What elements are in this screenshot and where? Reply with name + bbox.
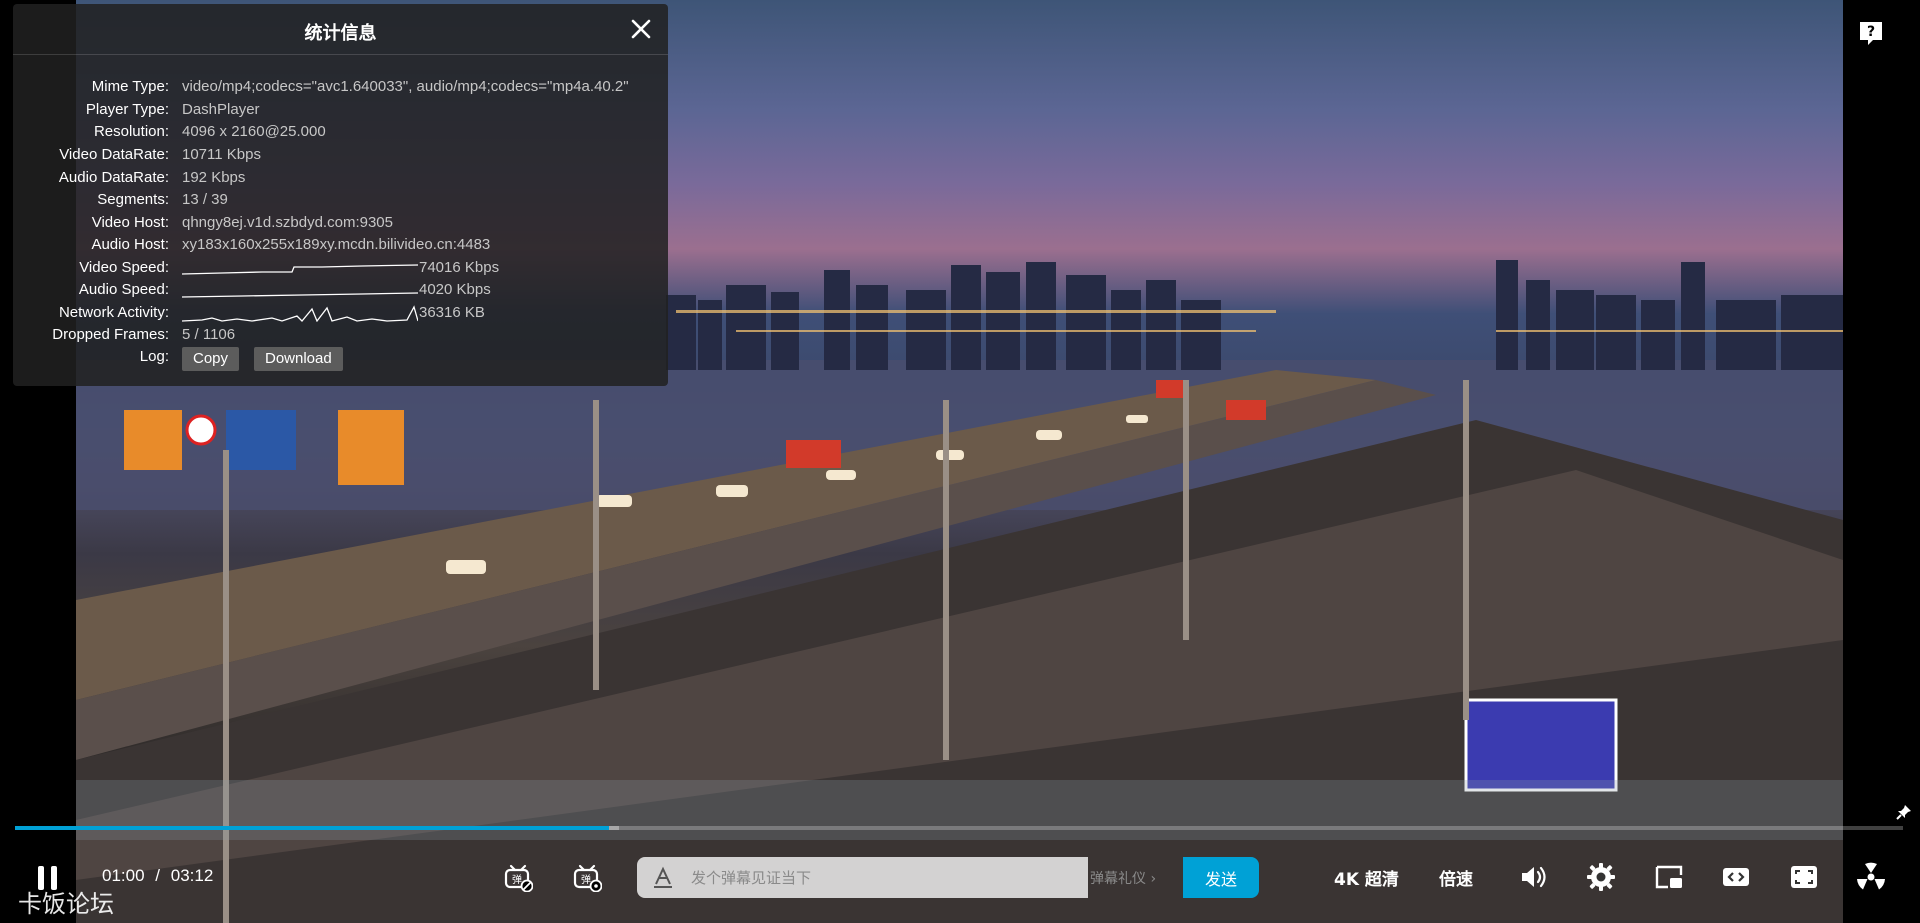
danmaku-style-icon[interactable] [652, 866, 674, 888]
stats-key: Video Host: [91, 214, 169, 231]
svg-text:弹: 弹 [581, 873, 591, 886]
stats-key: Log: [139, 348, 169, 365]
pin-icon[interactable] [1895, 803, 1913, 821]
stats-row-audio-host: Audio Host: xy183x160x255x189xy.mcdn.bil… [13, 234, 653, 256]
stats-value: 5 / 1106 [182, 326, 236, 343]
stats-value: DashPlayer [182, 101, 260, 118]
stats-panel-title: 统计信息 [304, 23, 377, 44]
danmaku-input[interactable] [689, 865, 1023, 891]
danmaku-settings-icon[interactable]: 弹 [572, 864, 602, 892]
stats-row-player-type: Player Type: DashPlayer [13, 99, 653, 121]
widescreen-icon[interactable] [1721, 862, 1751, 892]
stats-panel: 统计信息 Mime Type: video/mp4;codecs="avc1.6… [13, 4, 668, 386]
stats-panel-header: 统计信息 [13, 4, 668, 55]
stats-key: Player Type: [85, 101, 169, 118]
stats-value: 10711 Kbps [182, 146, 261, 163]
help-icon[interactable]: ? [1857, 19, 1885, 47]
current-time: 01:00 [102, 866, 145, 885]
video-player[interactable]: 统计信息 Mime Type: video/mp4;codecs="avc1.6… [0, 0, 1920, 923]
svg-text:弹: 弹 [512, 873, 522, 886]
danmaku-etiquette-link[interactable]: 弹幕礼仪 › [1090, 868, 1156, 888]
stats-value: video/mp4;codecs="avc1.640033", audio/mp… [182, 78, 629, 95]
stats-row-segments: Segments: 13 / 39 [13, 189, 653, 211]
stats-value: 4096 x 2160@25.000 [182, 123, 326, 140]
stats-value: 74016 Kbps [419, 259, 500, 276]
video-speed-graph [182, 264, 418, 275]
stats-key: Segments: [97, 191, 169, 208]
settings-icon[interactable] [1586, 862, 1616, 892]
extra-icon[interactable] [1856, 862, 1886, 892]
download-log-button[interactable]: Download [254, 347, 343, 371]
network-activity-graph [182, 305, 418, 322]
stats-row-video-datarate: Video DataRate: 10711 Kbps [13, 144, 653, 166]
stats-row-audio-datarate: Audio DataRate: 192 Kbps [13, 167, 653, 189]
danmaku-input-box: 弹幕礼仪 › [637, 857, 1156, 898]
stats-row-resolution: Resolution: 4096 x 2160@25.000 [13, 121, 653, 143]
stats-value: 13 / 39 [182, 191, 228, 208]
progress-played [15, 826, 609, 830]
pip-icon[interactable] [1654, 862, 1684, 892]
time-display: 01:00 / 03:12 [102, 866, 213, 886]
time-separator: / [155, 866, 161, 885]
speed-button[interactable]: 倍速 [1439, 865, 1473, 890]
stats-key: Video DataRate: [59, 146, 169, 163]
send-danmaku-button[interactable]: 发送 [1183, 857, 1259, 898]
stats-key: Resolution: [93, 123, 169, 140]
stats-key: Audio Host: [91, 236, 169, 253]
audio-speed-graph [182, 292, 418, 298]
stats-row-video-host: Video Host: qhngy8ej.v1d.szbdyd.com:9305 [13, 212, 653, 234]
copy-log-button[interactable]: Copy [182, 347, 240, 371]
svg-text:?: ? [1867, 24, 1875, 40]
stats-value: 4020 Kbps [419, 281, 491, 298]
fullscreen-icon[interactable] [1789, 862, 1819, 892]
danmaku-toggle-icon[interactable]: 弹 [503, 864, 533, 892]
stats-key: Dropped Frames: [52, 326, 169, 343]
stats-key: Audio Speed: [78, 281, 169, 298]
stats-key: Mime Type: [91, 78, 169, 95]
volume-icon[interactable] [1518, 862, 1548, 892]
watermark: 卡饭论坛 [18, 890, 114, 918]
stats-row-audio-speed: Audio Speed: 4020 Kbps [13, 279, 653, 301]
stats-row-dropped-frames: Dropped Frames: 5 / 1106 [13, 324, 653, 346]
stats-value: 36316 KB [419, 304, 485, 321]
stats-key: Network Activity: [58, 304, 169, 321]
close-icon[interactable] [628, 16, 654, 42]
stats-row-log: Log: Copy Download [13, 346, 653, 372]
duration: 03:12 [170, 866, 214, 885]
stats-row-mime-type: Mime Type: video/mp4;codecs="avc1.640033… [13, 76, 653, 98]
stats-key: Video Speed: [79, 259, 169, 276]
stats-row-video-speed: Video Speed: 74016 Kbps [13, 257, 653, 279]
stats-key: Audio DataRate: [58, 169, 169, 186]
progress-bar[interactable] [15, 826, 1903, 830]
stats-value: qhngy8ej.v1d.szbdyd.com:9305 [182, 214, 393, 231]
stats-value: 192 Kbps [182, 169, 246, 186]
stats-value: xy183x160x255x189xy.mcdn.bilivideo.cn:44… [182, 236, 491, 253]
quality-button[interactable]: 4K 超清 [1334, 865, 1399, 890]
stats-row-network-activity: Network Activity: 36316 KB [13, 302, 653, 324]
